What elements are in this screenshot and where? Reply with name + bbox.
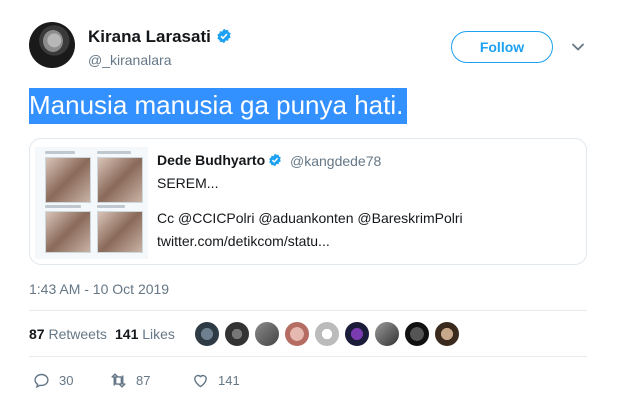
retweet-button[interactable]: 87 — [110, 372, 150, 389]
tweet-timestamp[interactable]: 1:43 AM - 10 Oct 2019 — [29, 281, 169, 297]
retweets-stat[interactable]: 87 Retweets — [29, 326, 107, 342]
follow-button[interactable]: Follow — [451, 31, 553, 63]
verified-badge-icon — [269, 153, 281, 167]
author-avatar[interactable] — [29, 22, 75, 68]
heart-icon — [194, 374, 207, 388]
retweet-icon — [111, 373, 126, 388]
quoted-author-handle: @kangdede78 — [290, 153, 382, 169]
likes-count: 141 — [115, 326, 139, 342]
verified-badge-icon — [217, 28, 231, 44]
retweet-count: 87 — [136, 373, 151, 388]
reply-button[interactable]: 30 — [33, 372, 73, 389]
quoted-author-name-label: Dede Budhyarto — [157, 152, 266, 168]
liker-avatar[interactable] — [284, 321, 310, 347]
reply-count: 30 — [59, 373, 74, 388]
retweets-count: 87 — [29, 326, 45, 342]
author-handle[interactable]: @_kiranalara — [88, 52, 171, 68]
liker-avatar[interactable] — [194, 321, 220, 347]
liker-avatar[interactable] — [224, 321, 250, 347]
divider — [29, 356, 587, 357]
tweet-text: Manusia manusia ga punya hati. — [29, 88, 408, 124]
author-name-label[interactable]: Kirana Larasati — [88, 27, 211, 46]
liker-avatar[interactable] — [374, 321, 400, 347]
quoted-tweet-image[interactable] — [35, 147, 148, 259]
liker-avatar[interactable] — [404, 321, 430, 347]
likes-stat[interactable]: 141 Likes — [115, 326, 175, 342]
like-count: 141 — [218, 373, 240, 388]
likes-label: Likes — [142, 326, 175, 342]
author-name[interactable]: Kirana Larasati — [88, 27, 232, 47]
quoted-author-name: Dede Budhyarto — [157, 152, 282, 168]
like-button[interactable]: 141 — [192, 372, 240, 389]
divider — [29, 310, 587, 311]
liker-avatar[interactable] — [314, 321, 340, 347]
retweets-label: Retweets — [48, 326, 107, 342]
quoted-text-line: Cc @CCICPolri @aduankonten @BareskrimPol… — [157, 210, 463, 226]
chevron-down-icon[interactable] — [571, 40, 585, 54]
reply-icon — [34, 373, 49, 389]
liker-avatar[interactable] — [434, 321, 460, 347]
quoted-text-line: SEREM... — [157, 175, 219, 191]
liker-avatar[interactable] — [344, 321, 370, 347]
quoted-link[interactable]: twitter.com/detikcom/statu... — [157, 233, 330, 249]
liker-avatar[interactable] — [254, 321, 280, 347]
